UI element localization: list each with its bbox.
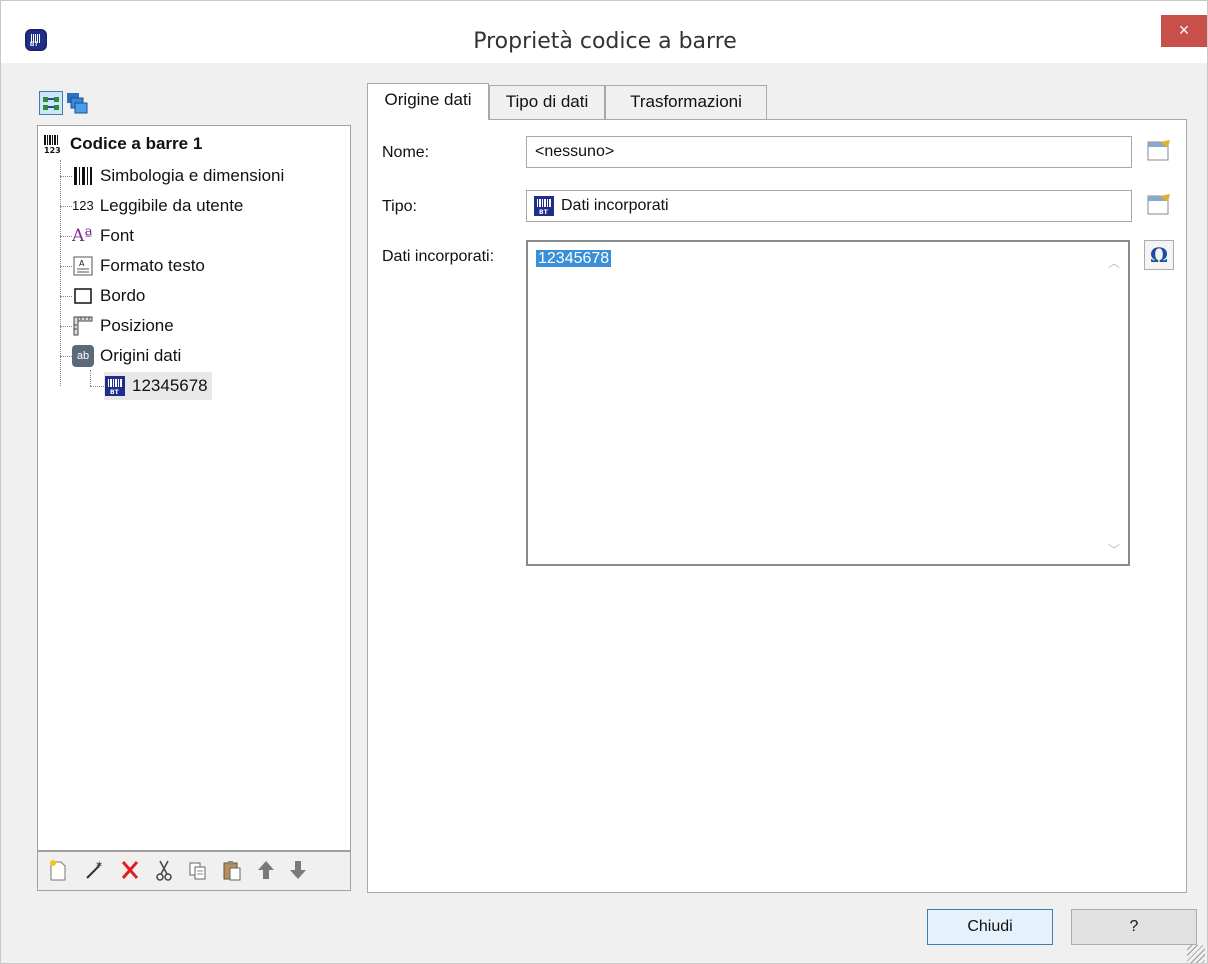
scroll-up-arrow[interactable]: ︿ [1108, 254, 1120, 271]
layers-view-icon[interactable] [65, 91, 89, 115]
tree-item-label: Simbologia e dimensioni [100, 166, 285, 185]
svg-text:BT: BT [539, 209, 549, 216]
type-label: Tipo: [382, 198, 417, 215]
tree-item-label: Bordo [100, 286, 146, 305]
ruler-icon [72, 315, 94, 337]
embedded-data-icon: BT [533, 195, 555, 217]
tree-item-border[interactable]: Bordo [72, 282, 145, 310]
tree-item-label: Leggibile da utente [99, 196, 244, 215]
type-value: Dati incorporati [561, 197, 669, 214]
text-format-icon: A [72, 255, 94, 277]
wizard-icon[interactable]: ✶ [82, 858, 106, 884]
cut-icon[interactable] [152, 858, 176, 884]
delete-icon[interactable] [118, 858, 142, 884]
data-sources-icon: ab [72, 345, 94, 367]
border-icon [72, 285, 94, 307]
font-icon: Aª [72, 226, 93, 246]
omega-icon: Ω [1150, 243, 1168, 267]
resize-grip[interactable] [1187, 945, 1205, 963]
tree-item-data-sources[interactable]: ab Origini dati [72, 342, 181, 370]
name-browse-button[interactable] [1144, 136, 1174, 166]
barcode-root-icon: 123 [42, 133, 64, 155]
svg-text:A: A [79, 259, 85, 268]
svg-text:123: 123 [44, 146, 61, 155]
embedded-data-value: 12345678 [536, 250, 612, 267]
move-down-icon[interactable] [286, 858, 310, 884]
tab-data-type[interactable]: Tipo di dati [489, 85, 605, 119]
embedded-data-textarea[interactable]: 12345678 ︿ ﹀ [526, 240, 1130, 566]
embedded-data-label: Dati incorporati: [382, 248, 495, 265]
type-field[interactable]: BT Dati incorporati [526, 190, 1132, 222]
name-value: <nessuno> [535, 143, 615, 160]
tree-item-readable[interactable]: 123 Leggibile da utente [72, 192, 243, 220]
dialog-window: BT Proprietà codice a barre × 123 Codice… [0, 0, 1208, 964]
barcode-bars-icon [72, 165, 94, 187]
new-icon[interactable] [46, 858, 70, 884]
help-button[interactable]: ? [1071, 909, 1197, 945]
tree-item-text-format[interactable]: A Formato testo [72, 252, 205, 280]
tree-item-label: Font [100, 226, 135, 245]
special-chars-button[interactable]: Ω [1144, 240, 1174, 270]
digits-icon: 123 [72, 198, 94, 213]
name-field[interactable]: <nessuno> [526, 136, 1132, 168]
embedded-data-icon: BT [104, 375, 126, 397]
paste-icon[interactable] [220, 858, 244, 884]
structure-view-icon[interactable] [39, 91, 63, 115]
tree-item-font[interactable]: Aª Font [72, 222, 134, 250]
tree-child-label: 12345678 [132, 376, 208, 395]
move-up-icon[interactable] [254, 858, 278, 884]
tree-bottom-toolbar: ✶ [37, 851, 351, 891]
tab-data-source[interactable]: Origine dati [367, 83, 489, 120]
close-button[interactable]: Chiudi [927, 909, 1053, 945]
scroll-down-arrow[interactable]: ﹀ [1108, 541, 1120, 558]
tree-panel: 123 Codice a barre 1 Simbologia e dimens… [37, 125, 351, 851]
tree-item-position[interactable]: Posizione [72, 312, 174, 340]
tree-item-label: Origini dati [100, 346, 182, 365]
window-title: Proprietà codice a barre [473, 29, 737, 54]
svg-text:✶: ✶ [95, 860, 103, 871]
tab-transformations[interactable]: Trasformazioni [605, 85, 767, 119]
tree-toolbar [37, 87, 353, 123]
tab-page-data-source: Nome: <nessuno> Tipo: BT Dati incorporat… [367, 119, 1187, 893]
name-label: Nome: [382, 144, 430, 161]
tree-child-item[interactable]: BT 12345678 [104, 372, 212, 400]
title-bar: BT Proprietà codice a barre × [1, 1, 1207, 63]
tree-item-label: Formato testo [100, 256, 205, 275]
tree-root-label: Codice a barre 1 [70, 134, 203, 153]
tree-root-item[interactable]: 123 Codice a barre 1 [42, 130, 202, 158]
type-browse-button[interactable] [1144, 190, 1174, 220]
svg-text:BT: BT [110, 389, 120, 396]
tree-item-label: Posizione [100, 316, 174, 335]
close-window-button[interactable]: × [1161, 15, 1207, 47]
copy-icon[interactable] [186, 858, 210, 884]
tree-item-symbology[interactable]: Simbologia e dimensioni [72, 162, 284, 190]
